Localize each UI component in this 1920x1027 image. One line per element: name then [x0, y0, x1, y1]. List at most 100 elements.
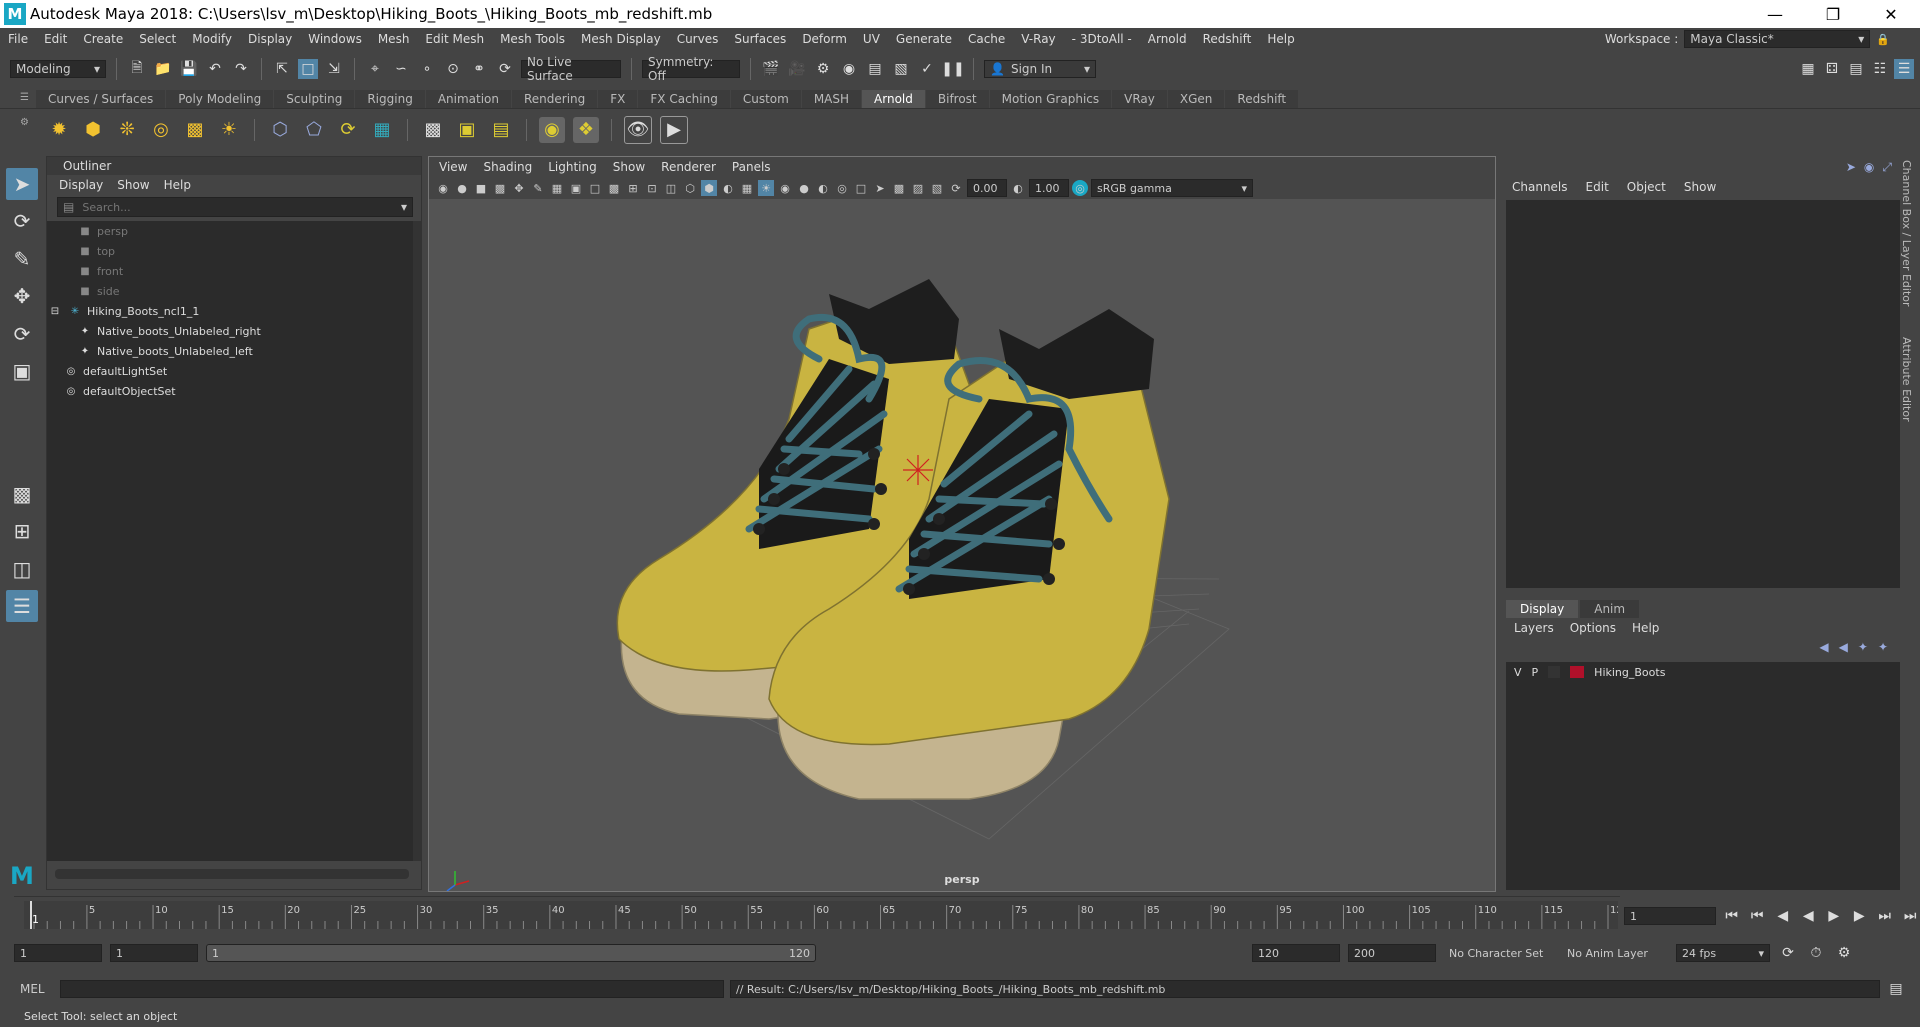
light-portal-icon[interactable]: ▩ [182, 117, 208, 143]
shelf-tab-poly-modeling[interactable]: Poly Modeling [166, 90, 274, 108]
four-view-icon[interactable]: ⊞ [6, 515, 38, 547]
grease-pencil-icon[interactable]: ✎ [530, 180, 546, 196]
step-back-key-icon[interactable]: ⏮ [1747, 906, 1767, 926]
new-layer-icon[interactable]: ✦ [1858, 640, 1868, 654]
layer-menu-help[interactable]: Help [1632, 621, 1659, 635]
shelf-menu-icon[interactable]: ☰ [20, 92, 34, 103]
channel-box-icon[interactable]: ☰ [1894, 59, 1914, 79]
layer-color-swatch[interactable] [1570, 666, 1585, 678]
shadows-icon[interactable]: ◉ [777, 180, 793, 196]
layer-playback-toggle[interactable]: P [1532, 666, 1539, 679]
outliner-item[interactable]: ⊟ ✳ Hiking_Boots_ncl1_1 [47, 301, 413, 321]
menu-3dtoall[interactable]: - 3DtoAll - [1064, 32, 1140, 46]
menu-surfaces[interactable]: Surfaces [726, 32, 794, 46]
lock-icon[interactable]: 🔒 [1876, 33, 1890, 46]
grid-icon[interactable]: ▦ [549, 180, 565, 196]
shelf-tab-bifrost[interactable]: Bifrost [925, 90, 989, 108]
snap-live-icon[interactable]: ⟳ [495, 59, 515, 79]
use-lights-icon[interactable]: ☀ [758, 180, 774, 196]
menu-display[interactable]: Display [240, 32, 300, 46]
xray-joints-icon[interactable]: ▨ [910, 180, 926, 196]
menu-mesh-display[interactable]: Mesh Display [573, 32, 669, 46]
new-scene-icon[interactable]: 🗎 [127, 59, 147, 79]
move-tool-icon[interactable]: ✥ [6, 281, 38, 313]
color-space-dropdown[interactable]: sRGB gamma ▾ [1091, 179, 1253, 197]
restore-icon[interactable]: ❐ [1804, 5, 1862, 24]
shelf-tab-fx[interactable]: FX [598, 90, 638, 108]
shelf-tab-custom[interactable]: Custom [730, 90, 801, 108]
menu-help[interactable]: Help [1259, 32, 1302, 46]
gear-icon[interactable]: ⚙ [20, 117, 34, 128]
viewport-menu-shading[interactable]: Shading [483, 160, 532, 174]
filter-icon[interactable]: ▤ [63, 200, 74, 214]
layer-menu-layers[interactable]: Layers [1514, 621, 1554, 635]
pivot-manipulator[interactable] [903, 455, 933, 485]
menu-modify[interactable]: Modify [184, 32, 240, 46]
select-tool-icon[interactable]: ➤ [6, 168, 38, 200]
xray-components-icon[interactable]: ▧ [929, 180, 945, 196]
select-camera-icon[interactable]: ◉ [435, 180, 451, 196]
snap-point-icon[interactable]: ∘ [417, 59, 437, 79]
snap-grid-icon[interactable]: ⌖ [365, 59, 385, 79]
outliner-search[interactable]: ▤ ▾ [57, 197, 413, 217]
outliner-hscrollbar[interactable] [55, 869, 409, 879]
go-to-end-icon[interactable]: ⏭ [1900, 906, 1920, 926]
channelbox-menu-edit[interactable]: Edit [1586, 180, 1609, 194]
open-scene-icon[interactable]: 📁 [153, 59, 173, 79]
outliner-item[interactable]: ■ side [47, 281, 413, 301]
pin-icon[interactable]: ➤ [1846, 160, 1856, 175]
dof-icon[interactable]: □ [853, 180, 869, 196]
fps-dropdown[interactable]: 24 fps ▾ [1676, 944, 1770, 962]
menu-mesh[interactable]: Mesh [370, 32, 418, 46]
viewport-menu-lighting[interactable]: Lighting [548, 160, 597, 174]
menu-deform[interactable]: Deform [794, 32, 855, 46]
expand-icon[interactable]: ⤢ [1882, 160, 1892, 175]
shelf-tab-rendering[interactable]: Rendering [512, 90, 598, 108]
shelf-tab-curves-surfaces[interactable]: Curves / Surfaces [36, 90, 166, 108]
rotate-tool-icon[interactable]: ⟳ [6, 318, 38, 350]
outliner-item[interactable]: ■ front [47, 261, 413, 281]
timeline-track[interactable]: 5 10 15 20 25 30 35 40 45 50 55 60 65 70 75 80 85 90 95 100… [24, 901, 1629, 929]
layer-type-box[interactable] [1548, 666, 1561, 678]
tx-manager-icon[interactable]: ▩ [420, 117, 446, 143]
tool-settings-icon[interactable]: ☷ [1870, 59, 1890, 79]
two-view-icon[interactable]: ◫ [6, 553, 38, 585]
preferences-icon[interactable]: ⚙ [1834, 943, 1854, 963]
time-slider[interactable]: 5 10 15 20 25 30 35 40 45 50 55 60 65 70 75 80 85 90 95 100… [14, 896, 1629, 934]
anti-alias-icon[interactable]: ◎ [834, 180, 850, 196]
field-chart-icon[interactable]: ⊞ [625, 180, 641, 196]
view-icon[interactable]: 👁 [624, 115, 652, 144]
redshift-ipr-icon[interactable]: ✓ [917, 59, 937, 79]
play-backwards-icon[interactable]: ◀ [1798, 906, 1818, 926]
go-to-start-icon[interactable]: ⏮ [1722, 906, 1742, 926]
start-time-field[interactable]: 1 [14, 944, 102, 962]
camera-attributes-icon[interactable]: ● [454, 180, 470, 196]
script-editor-icon[interactable]: ▤ [1886, 979, 1906, 999]
render-ipr-icon[interactable]: 🎥 [787, 59, 807, 79]
resolution-gate-icon[interactable]: □ [587, 180, 603, 196]
menu-redshift[interactable]: Redshift [1195, 32, 1260, 46]
smooth-shade-icon[interactable]: ⬢ [701, 180, 717, 196]
viewport-panel[interactable]: View Shading Lighting Show Renderer Panels ◉ … [428, 156, 1496, 892]
viewport-menu-renderer[interactable]: Renderer [661, 160, 716, 174]
outliner-layout-icon[interactable]: ☰ [6, 590, 38, 622]
select-object-icon[interactable]: □ [298, 59, 318, 79]
play-forwards-icon[interactable]: ▶ [1824, 906, 1844, 926]
image-plane-icon[interactable]: ▩ [492, 180, 508, 196]
range-bar[interactable]: 1 120 [206, 944, 816, 962]
snap-curve-icon[interactable]: ∽ [391, 59, 411, 79]
close-icon[interactable]: ✕ [1862, 5, 1920, 24]
current-frame-field[interactable]: 1 [1624, 907, 1716, 925]
end-time-field[interactable]: 200 [1348, 944, 1436, 962]
step-back-frame-icon[interactable]: ◀ [1773, 906, 1793, 926]
outliner-item[interactable]: ✦ Native_boots_Unlabeled_right [47, 321, 413, 341]
move-layer-up-icon[interactable]: ◀ [1819, 640, 1828, 654]
shelf-tab-vray[interactable]: VRay [1112, 90, 1167, 108]
outliner-item[interactable]: ◎ defaultLightSet [47, 361, 413, 381]
character-controls-icon[interactable]: ⚃ [1822, 59, 1842, 79]
workspace-dropdown[interactable]: Maya Classic* ▾ [1684, 30, 1871, 48]
script-language-label[interactable]: MEL [20, 982, 54, 996]
snap-surface-icon[interactable]: ⚭ [469, 59, 489, 79]
menu-v-ray[interactable]: V-Ray [1013, 32, 1063, 46]
wireframe-icon[interactable]: ⬡ [682, 180, 698, 196]
